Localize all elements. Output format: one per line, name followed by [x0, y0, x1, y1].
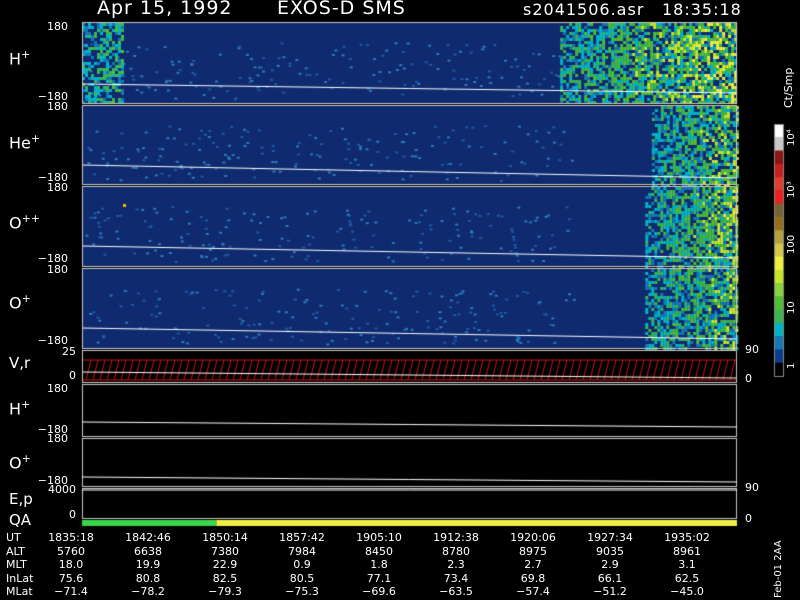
plot-date: Apr 15, 1992	[97, 0, 233, 19]
tick-oplusplus-top: 180	[47, 181, 68, 194]
ephemeris-value: 9035	[596, 544, 624, 558]
ephemeris-value: −63.5	[439, 585, 473, 598]
ephemeris-row-inlat: InLat 75.6 80.8 82.5 80.5 77.1 73.4 69.8 66.1 62.…	[0, 572, 760, 585]
ephemeris-row-alt: ALT 5760 6638 7380 7984 8450 8780 8975 9035 8961	[0, 545, 760, 558]
tick-qa-right: 0	[745, 512, 752, 525]
ephemeris-value: 3.1	[678, 558, 696, 571]
ephemeris-value: −69.6	[362, 585, 396, 598]
ephemeris-value: 1935:02	[664, 531, 710, 544]
ephemeris-value: 66.1	[597, 571, 623, 585]
ephemeris-value: 7984	[288, 544, 316, 558]
ephemeris-row-label: MLT	[6, 558, 27, 571]
ephemeris-row-label: ALT	[6, 544, 25, 558]
panel-label-hplus: H+	[9, 48, 31, 69]
ephemeris-row-label: InLat	[6, 571, 34, 585]
tick-vr-right-top: 90	[745, 343, 759, 356]
tick-ep-bottom: 0	[69, 508, 76, 521]
panel-label-oplus: O+	[9, 292, 31, 313]
ephemeris-value: 62.5	[674, 571, 700, 585]
tick-ep-right: 90	[745, 481, 759, 494]
ephemeris-value: 82.5	[212, 571, 238, 585]
ephemeris-value: 5760	[57, 544, 85, 558]
tick-hplus-top: 180	[47, 20, 68, 33]
panel-label-oplus-line: O+	[9, 452, 31, 473]
ephemeris-value: 1905:10	[356, 531, 402, 544]
ephemeris-value: 18.0	[58, 558, 84, 571]
ephemeris-value: 80.8	[135, 571, 161, 585]
ephemeris-value: 1835:18	[48, 531, 94, 544]
ephemeris-value: 1.8	[370, 558, 388, 571]
panel-label-qa: QA	[9, 511, 32, 529]
ephemeris-value: 2.9	[601, 558, 619, 571]
tick-vr-bottom: 0	[69, 369, 76, 382]
ephemeris-value: −57.4	[516, 585, 550, 598]
ephemeris-value: 75.6	[58, 571, 84, 585]
ephemeris-value: −71.4	[54, 585, 88, 598]
ephemeris-value: 1842:46	[125, 531, 171, 544]
panel-label-ep: E,p	[9, 490, 33, 508]
ephemeris-value: 6638	[134, 544, 162, 558]
ephemeris-value: 1912:38	[433, 531, 479, 544]
tick-hplus-line-top: 180	[47, 382, 68, 395]
tick-oplus-line-top: 180	[47, 432, 68, 445]
ephemeris-value: 19.9	[135, 558, 161, 571]
ephemeris-value: 73.4	[443, 571, 469, 585]
ephemeris-row-label: MLat	[6, 585, 33, 598]
panel-label-oplusplus: O++	[9, 212, 41, 233]
ephemeris-value: 80.5	[289, 571, 315, 585]
ephemeris-value: 2.3	[447, 558, 465, 571]
panel-label-heplus: He+	[9, 132, 41, 153]
colorbar-label-100: 100	[786, 234, 797, 254]
ephemeris-value: 8450	[365, 544, 393, 558]
ephemeris-value: −75.3	[285, 585, 319, 598]
tick-vr-top: 25	[62, 345, 76, 358]
colorbar-label-1: 1	[786, 362, 797, 369]
ephemeris-value: 69.8	[520, 571, 546, 585]
tick-ep-top: 4000	[48, 483, 76, 496]
ephemeris-row-mlt: MLT 18.0 19.9 22.9 0.9 1.8 2.3 2.7 2.9 3.1	[0, 558, 760, 571]
ephemeris-row-mlat: MLat −71.4 −78.2 −79.3 −75.3 −69.6 −63.5 −57.4 −…	[0, 585, 760, 598]
ephemeris-value: 77.1	[366, 571, 392, 585]
ephemeris-row-ut: UT 1835:18 1842:46 1850:14 1857:42 1905:10 191…	[0, 531, 760, 544]
tick-vr-right-bottom: 0	[745, 372, 752, 385]
file-name: s2041506.asr	[523, 0, 645, 19]
colorbar-label-1e3: 10³	[786, 181, 797, 198]
colorbar-label-10: 10	[786, 301, 797, 314]
ephemeris-value: −78.2	[131, 585, 165, 598]
tick-heplus-top: 180	[47, 100, 68, 113]
ephemeris-value: 1857:42	[279, 531, 325, 544]
ephemeris-value: 8780	[442, 544, 470, 558]
ephemeris-value: 1850:14	[202, 531, 248, 544]
ephemeris-value: −51.2	[593, 585, 627, 598]
ephemeris-value: 8975	[519, 544, 547, 558]
ephemeris-value: −45.0	[670, 585, 704, 598]
ephemeris-value: 22.9	[212, 558, 238, 571]
ephemeris-value: 0.9	[293, 558, 311, 571]
colorbar-label-1e4: 10⁴	[786, 129, 797, 146]
ephemeris-value: 1920:06	[510, 531, 556, 544]
spectrogram-canvas	[0, 0, 800, 600]
footer-code: Feb-01 2AA	[773, 540, 784, 598]
tick-oplus-top: 180	[47, 263, 68, 276]
ephemeris-row-label: UT	[6, 531, 21, 544]
ephemeris-value: 1927:34	[587, 531, 633, 544]
ephemeris-value: 7380	[211, 544, 239, 558]
panel-label-vr: V,r	[9, 354, 31, 372]
ephemeris-value: 2.7	[524, 558, 542, 571]
colorbar-unit: Ct/Smp	[782, 67, 795, 108]
ephemeris-value: −79.3	[208, 585, 242, 598]
instrument-name: EXOS-D SMS	[277, 0, 406, 19]
ephemeris-value: 8961	[673, 544, 701, 558]
panel-label-hplus-line: H+	[9, 398, 31, 419]
plot-time: 18:35:18	[662, 0, 742, 19]
